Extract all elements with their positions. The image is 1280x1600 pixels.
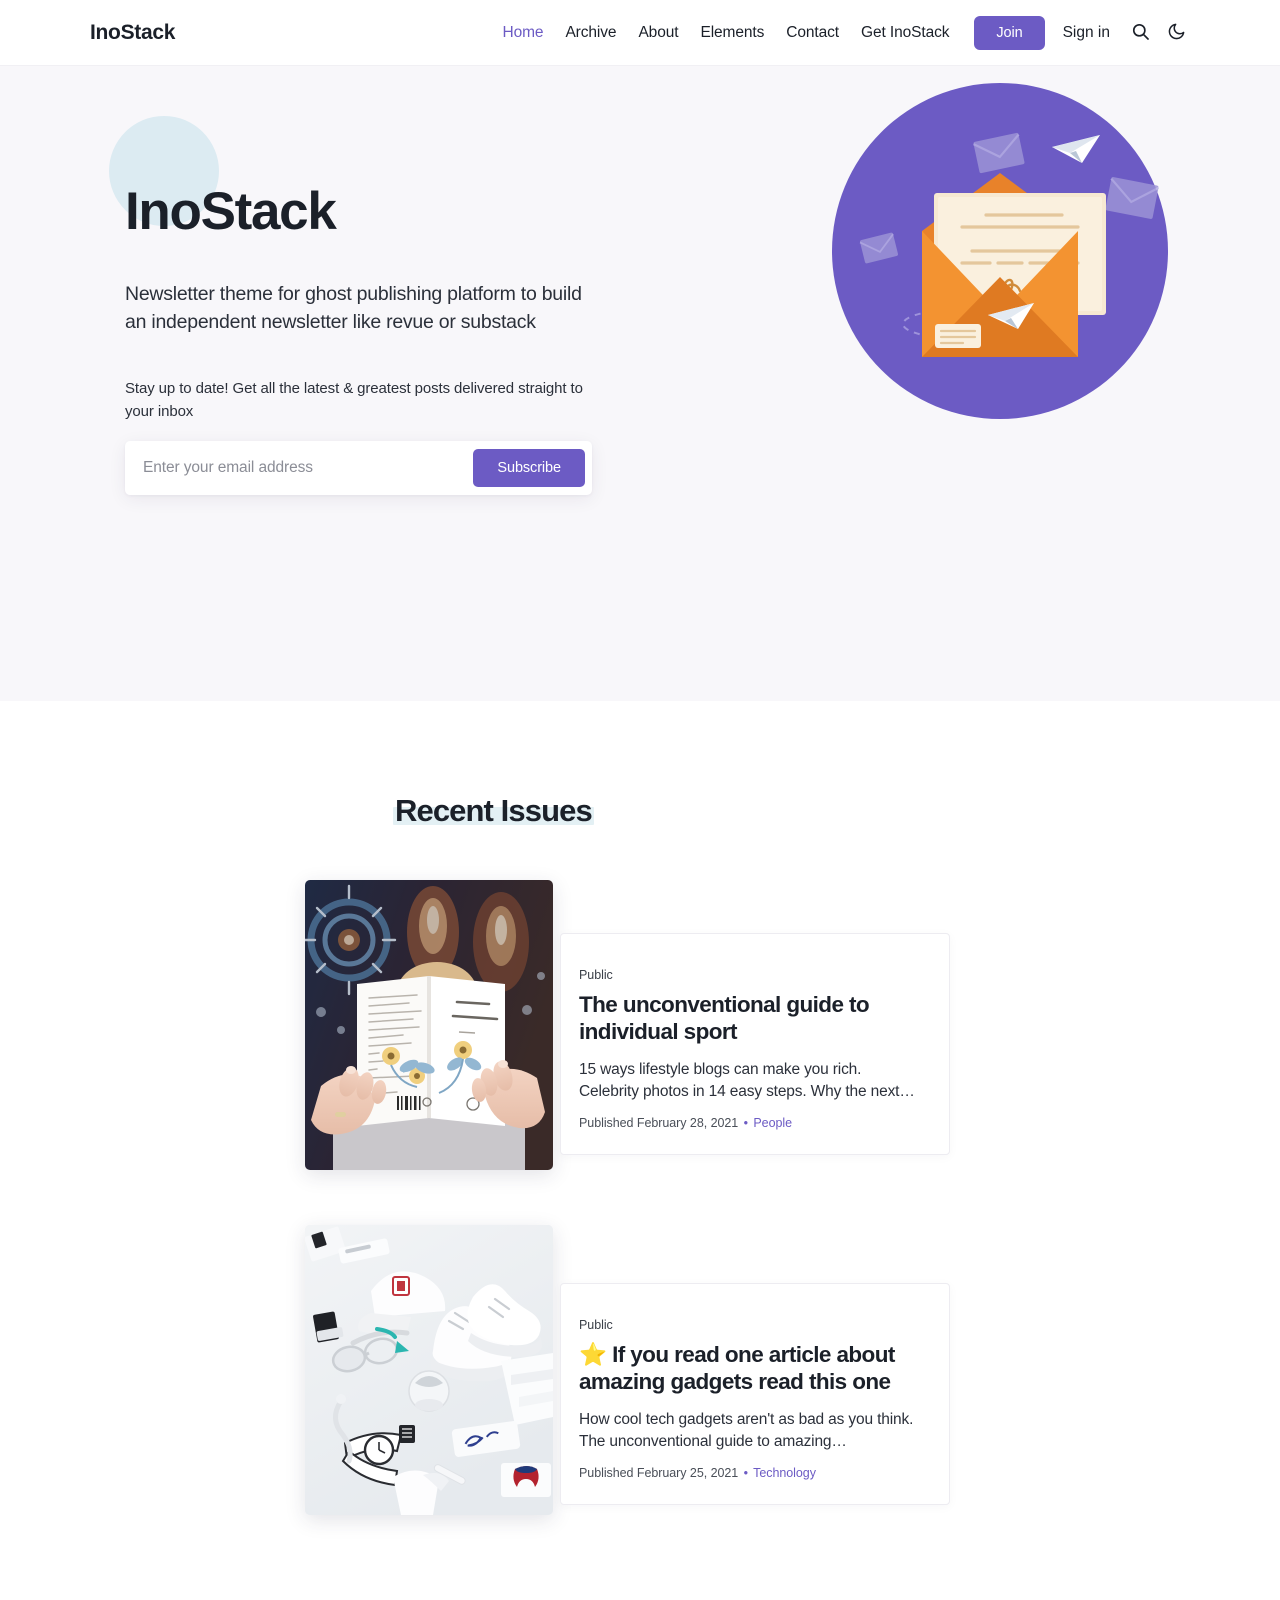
search-button[interactable] — [1124, 17, 1156, 49]
nav-item-elements[interactable]: Elements — [689, 24, 775, 42]
hero-copy: InoStack Newsletter theme for ghost publ… — [109, 116, 645, 496]
newsletter-prompt: Stay up to date! Get all the latest & gr… — [125, 380, 583, 420]
hero-title: InoStack — [125, 182, 337, 241]
search-icon — [1131, 22, 1150, 44]
post-meta: Published February 28, 2021 • People — [579, 1116, 919, 1130]
moon-icon — [1167, 22, 1186, 44]
post-thumbnail[interactable] — [305, 880, 553, 1170]
meta-separator: • — [743, 1116, 748, 1130]
post-published-date: Published February 28, 2021 — [579, 1116, 739, 1130]
post-tag[interactable]: People — [753, 1116, 792, 1130]
nav-item-contact[interactable]: Contact — [775, 24, 850, 42]
hero-illustration — [830, 81, 1170, 421]
white-fashion-tech-flatlay-image — [305, 1225, 553, 1515]
hero-section: InoStack Newsletter theme for ghost publ… — [0, 66, 1280, 701]
post-title-text: The unconventional guide to individual s… — [579, 992, 870, 1044]
nav-item-get-inostack[interactable]: Get InoStack — [850, 24, 960, 42]
site-logo[interactable]: InoStack — [90, 21, 175, 45]
post-thumbnail[interactable] — [305, 1225, 553, 1515]
nav-item-about[interactable]: About — [627, 24, 689, 42]
post-item[interactable]: Public ⭐ If you read one article about a… — [0, 1225, 1280, 1575]
post-item[interactable]: Public The unconventional guide to indiv… — [0, 875, 1280, 1225]
join-button[interactable]: Join — [974, 15, 1045, 50]
sign-in-link[interactable]: Sign in — [1053, 24, 1120, 42]
star-icon: ⭐ — [579, 1342, 607, 1367]
dark-mode-toggle[interactable] — [1160, 17, 1192, 49]
post-card[interactable]: Public The unconventional guide to indiv… — [560, 933, 950, 1155]
post-title[interactable]: ⭐ If you read one article about amazing … — [579, 1341, 919, 1395]
open-envelope-newsletter-icon — [832, 83, 1168, 419]
site-header: InoStack Home Archive About Elements Con… — [0, 0, 1280, 66]
main-navigation: Home Archive About Elements Contact Get … — [491, 15, 1192, 50]
post-title[interactable]: The unconventional guide to individual s… — [579, 991, 919, 1045]
post-card[interactable]: Public ⭐ If you read one article about a… — [560, 1283, 950, 1505]
subscribe-form: Subscribe — [125, 441, 592, 496]
post-list: Public The unconventional guide to indiv… — [0, 875, 1280, 1575]
hero-subtitle: Newsletter theme for ghost publishing pl… — [125, 282, 582, 333]
section-header: Recent Issues — [90, 793, 1190, 829]
email-input[interactable] — [143, 459, 474, 478]
post-published-date: Published February 25, 2021 — [579, 1466, 739, 1480]
nav-item-home[interactable]: Home — [491, 24, 554, 42]
post-excerpt: How cool tech gadgets aren't as bad as y… — [579, 1411, 914, 1450]
post-tag[interactable]: Technology — [753, 1466, 816, 1480]
section-title: Recent Issues — [395, 793, 593, 828]
post-title-text: If you read one article about amazing ga… — [579, 1342, 895, 1394]
post-visibility: Public — [579, 1318, 613, 1332]
meta-separator: • — [743, 1466, 748, 1480]
post-excerpt: 15 ways lifestyle blogs can make you ric… — [579, 1061, 915, 1100]
post-meta: Published February 25, 2021 • Technology — [579, 1466, 919, 1480]
hands-holding-book-image — [305, 880, 553, 1170]
post-visibility: Public — [579, 968, 613, 982]
recent-issues-section: Recent Issues Public The unconventional … — [0, 701, 1280, 1575]
subscribe-button[interactable]: Subscribe — [473, 449, 585, 488]
nav-item-archive[interactable]: Archive — [554, 24, 627, 42]
